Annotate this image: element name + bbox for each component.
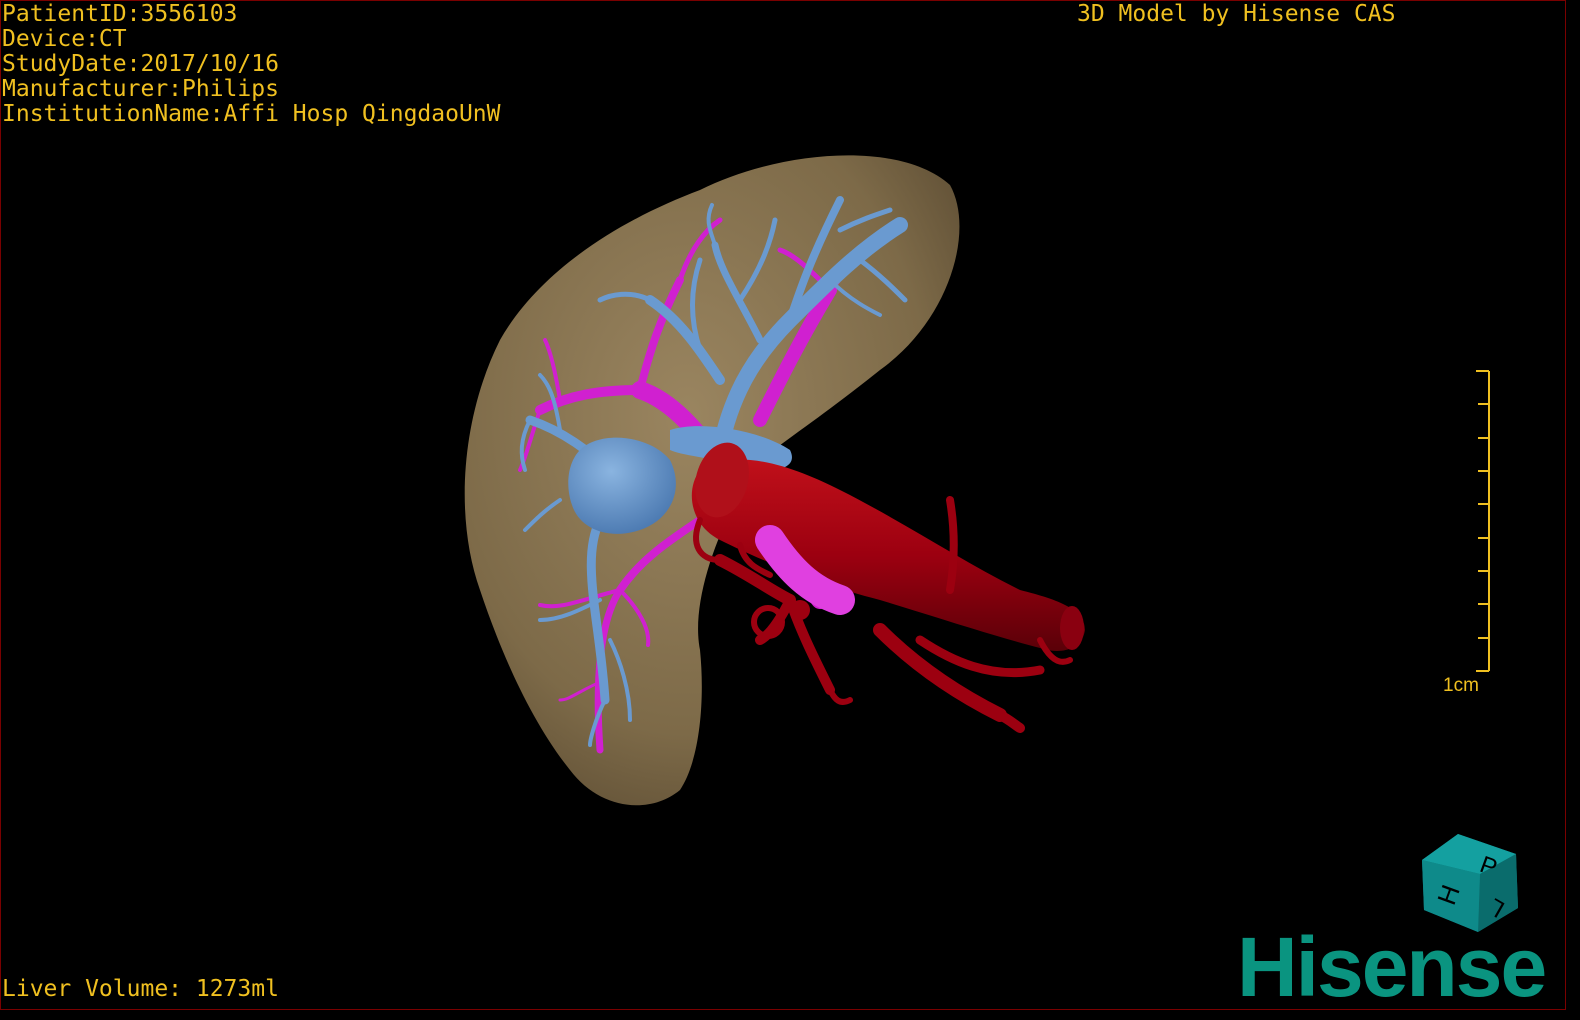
hisense-logo: Hisense	[1237, 920, 1547, 1014]
scale-bar	[1476, 370, 1490, 672]
liver-3d-model[interactable]	[0, 0, 1580, 1020]
institution-name: InstitutionName:Affi Hosp QingdaoUnW	[2, 101, 501, 127]
patient-id: PatientID:3556103	[2, 1, 238, 27]
viewer-title: 3D Model by Hisense CAS	[1077, 1, 1396, 27]
study-info-overlay: PatientID:3556103 Device:CT StudyDate:20…	[2, 2, 501, 127]
liver-volume: Liver Volume: 1273ml	[2, 976, 279, 1002]
study-date: StudyDate:2017/10/16	[2, 51, 279, 77]
scale-label: 1cm	[1443, 675, 1479, 696]
device: Device:CT	[2, 26, 127, 52]
manufacturer: Manufacturer:Philips	[2, 76, 279, 102]
vena-cava	[691, 442, 1085, 651]
